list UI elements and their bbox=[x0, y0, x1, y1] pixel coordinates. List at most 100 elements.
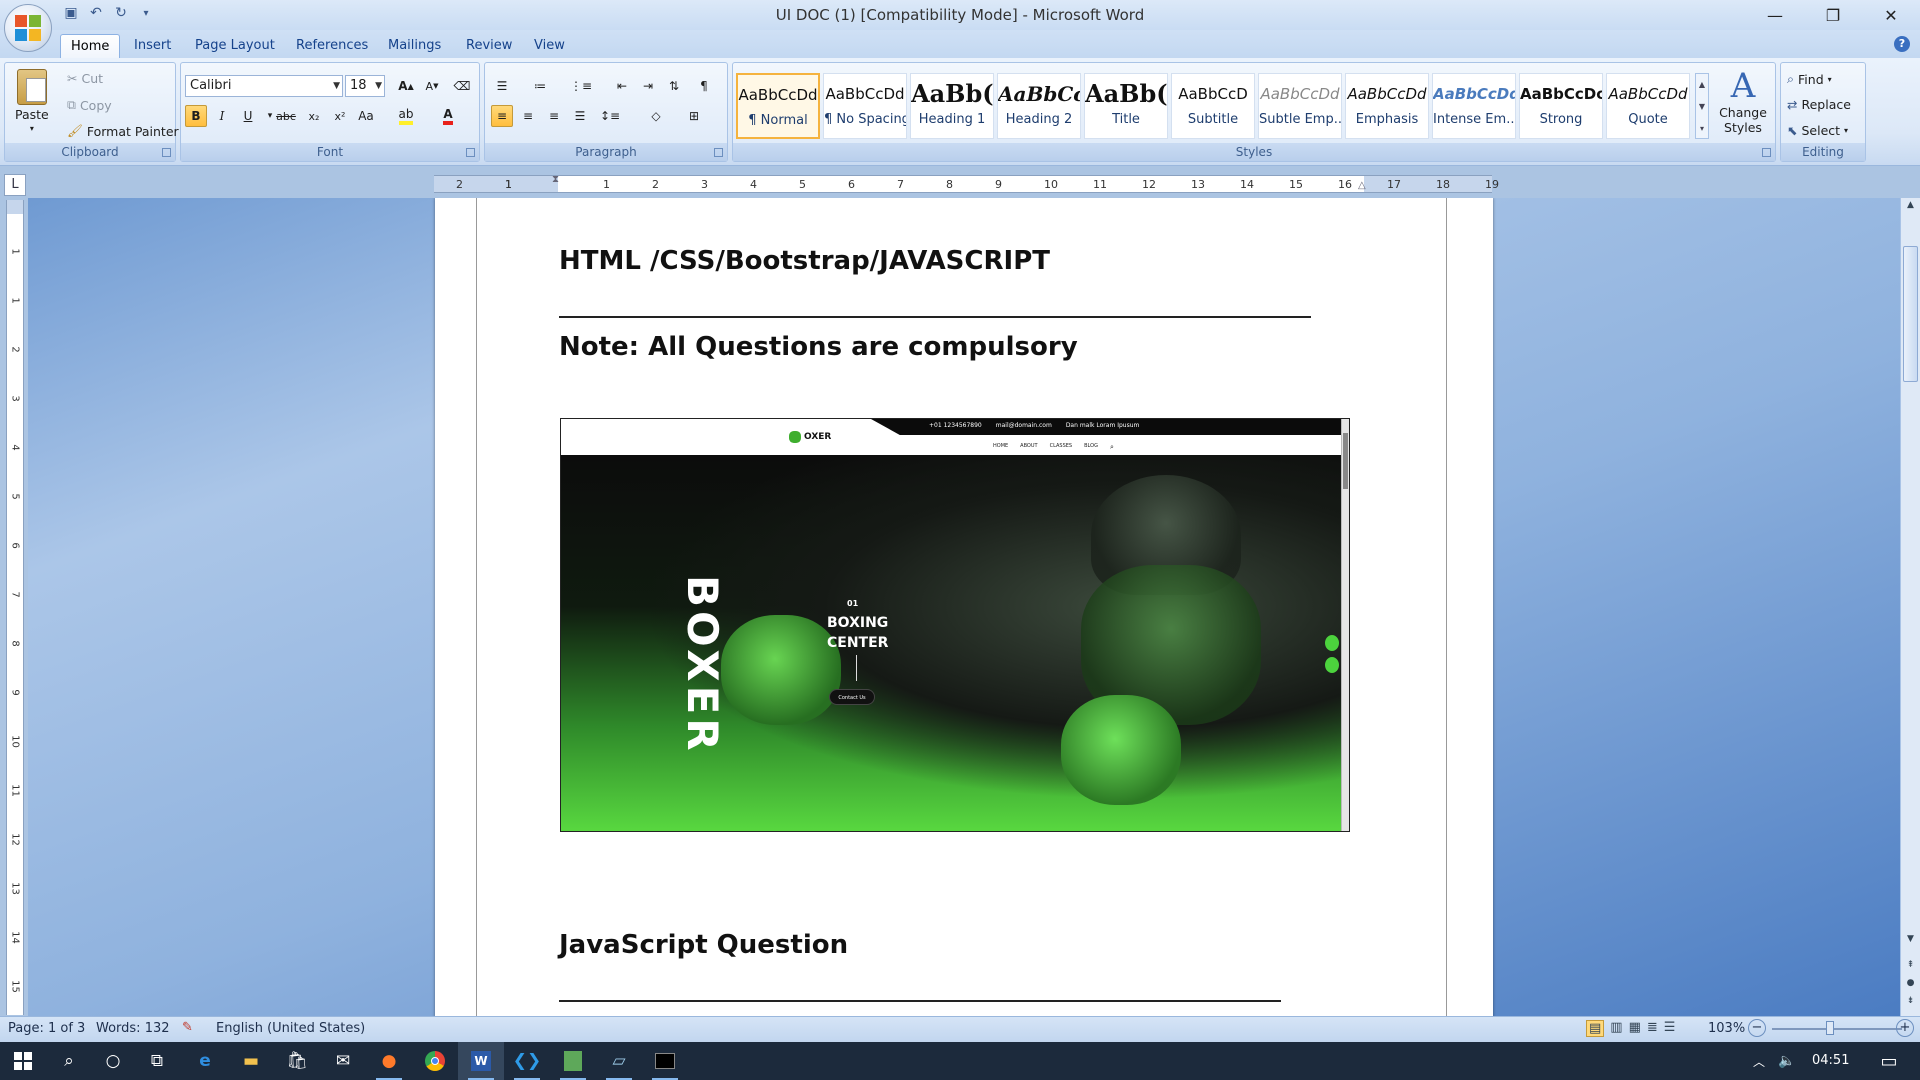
superscript-button[interactable]: x² bbox=[329, 105, 351, 127]
volume-icon[interactable]: 🔈 bbox=[1764, 1042, 1810, 1080]
style-quote[interactable]: AaBbCcDd Quote bbox=[1606, 73, 1690, 139]
style-title[interactable]: AaBb(Title bbox=[1084, 73, 1168, 139]
mail-icon[interactable]: ✉ bbox=[320, 1042, 366, 1080]
style-no-spacing[interactable]: AaBbCcDd ¶ No Spacing bbox=[823, 73, 907, 139]
style-strong[interactable]: AaBbCcDc Strong bbox=[1519, 73, 1603, 139]
tab-home[interactable]: Home bbox=[60, 34, 121, 58]
strikethrough-button[interactable]: abc bbox=[275, 105, 297, 127]
tab-selector[interactable]: L bbox=[4, 174, 26, 196]
zoom-slider[interactable] bbox=[1772, 1028, 1902, 1030]
heading-javascript[interactable]: JavaScript Question bbox=[559, 930, 848, 960]
justify-icon[interactable]: ☰ bbox=[569, 105, 591, 127]
scrollbar-thumb[interactable] bbox=[1903, 246, 1918, 382]
borders-icon[interactable]: ⊞ bbox=[683, 105, 705, 127]
page-count[interactable]: Page: 1 of 3 bbox=[8, 1021, 85, 1036]
start-icon[interactable] bbox=[0, 1042, 46, 1080]
style-heading-2[interactable]: AaBbCc Heading 2 bbox=[997, 73, 1081, 139]
web-layout-icon[interactable]: ▦ bbox=[1629, 1020, 1641, 1037]
paragraph-dialog-launcher[interactable] bbox=[714, 148, 723, 157]
select-button[interactable]: ⬉ Select ▾ bbox=[1787, 123, 1848, 138]
indent-marker-icon[interactable]: ⧗ bbox=[552, 174, 559, 185]
close-button[interactable]: ✕ bbox=[1862, 0, 1920, 30]
increase-indent-icon[interactable]: ⇥ bbox=[637, 75, 659, 97]
underline-button[interactable]: U bbox=[237, 105, 259, 127]
clipboard-dialog-launcher[interactable] bbox=[162, 148, 171, 157]
scroll-up-icon[interactable]: ▲ bbox=[1903, 200, 1918, 214]
minimize-button[interactable]: — bbox=[1746, 0, 1804, 30]
notepad-icon[interactable]: ▱ bbox=[596, 1042, 642, 1080]
multilevel-list-icon[interactable]: ⋮≡ bbox=[569, 75, 593, 97]
heading-html-css[interactable]: HTML /CSS/Bootstrap/JAVASCRIPT bbox=[559, 246, 1050, 276]
chrome-icon[interactable] bbox=[412, 1042, 458, 1080]
grow-font-button[interactable]: A ▲ bbox=[395, 75, 417, 97]
font-size-combo[interactable]: 18 ▼ bbox=[345, 75, 385, 97]
font-color-button[interactable]: A bbox=[437, 105, 459, 127]
tab-mailings[interactable]: Mailings bbox=[378, 34, 451, 58]
outline-icon[interactable]: ≣ bbox=[1647, 1020, 1658, 1037]
bold-button[interactable]: B bbox=[185, 105, 207, 127]
vertical-ruler[interactable]: 112345678910111213141516 bbox=[6, 200, 24, 1042]
bullets-icon[interactable]: ☰ bbox=[491, 75, 513, 97]
zoom-out-icon[interactable]: − bbox=[1748, 1019, 1766, 1037]
horizontal-ruler[interactable]: 2 1 1 1 2 3 4 5 6 7 8 9 10 11 12 13 14 15 16 17 18 19 ⧗ △ bbox=[434, 174, 1499, 193]
style-heading-1[interactable]: AaBb(Heading 1 bbox=[910, 73, 994, 139]
tab-insert[interactable]: Insert bbox=[124, 34, 181, 58]
clear-formatting-button[interactable]: ⌫ bbox=[451, 75, 473, 97]
store-icon[interactable]: 🛍 bbox=[274, 1042, 320, 1080]
note-text[interactable]: Note: All Questions are compulsory bbox=[559, 332, 1078, 362]
scroll-down-icon[interactable]: ▼ bbox=[1903, 934, 1918, 948]
office-button[interactable] bbox=[4, 4, 52, 52]
cut-button[interactable]: ✂ Cut bbox=[67, 71, 103, 86]
show-marks-button[interactable]: ¶ bbox=[693, 75, 715, 97]
print-layout-icon[interactable]: ▤ bbox=[1586, 1020, 1605, 1037]
firefox-icon[interactable]: ● bbox=[366, 1042, 412, 1080]
excel-icon[interactable] bbox=[550, 1042, 596, 1080]
style-emphasis[interactable]: AaBbCcDd Emphasis bbox=[1345, 73, 1429, 139]
file-explorer-icon[interactable]: ▬ bbox=[228, 1042, 274, 1080]
style-intense-emphasis[interactable]: AaBbCcDd Intense Em... bbox=[1432, 73, 1516, 139]
clock[interactable]: 04:51 bbox=[1812, 1053, 1849, 1068]
tab-view[interactable]: View bbox=[524, 34, 575, 58]
tab-references[interactable]: References bbox=[286, 34, 378, 58]
line-spacing-icon[interactable]: ↕≡ bbox=[599, 105, 621, 127]
tab-page-layout[interactable]: Page Layout bbox=[185, 34, 285, 58]
zoom-level[interactable]: 103% bbox=[1708, 1021, 1745, 1036]
highlight-color-button[interactable]: ab bbox=[395, 105, 417, 127]
style-subtitle[interactable]: AaBbCcD Subtitle bbox=[1171, 73, 1255, 139]
decrease-indent-icon[interactable]: ⇤ bbox=[611, 75, 633, 97]
font-dialog-launcher[interactable] bbox=[466, 148, 475, 157]
numbering-icon[interactable]: ≔ bbox=[529, 75, 551, 97]
change-styles-button[interactable]: A Change Styles bbox=[1715, 67, 1771, 135]
language-indicator[interactable]: English (United States) bbox=[216, 1021, 365, 1036]
italic-button[interactable]: I bbox=[211, 105, 233, 127]
tab-review[interactable]: Review bbox=[456, 34, 522, 58]
cortana-icon[interactable]: ○ bbox=[90, 1042, 136, 1080]
find-button[interactable]: ⌕ Find ▾ bbox=[1787, 71, 1832, 87]
restore-button[interactable]: ❐ bbox=[1804, 0, 1862, 30]
embedded-screenshot[interactable]: +01 1234567890 mail@domain.com Dan malk … bbox=[560, 418, 1350, 832]
subscript-button[interactable]: x₂ bbox=[303, 105, 325, 127]
font-family-combo[interactable]: Calibri ▼ bbox=[185, 75, 343, 97]
shading-icon[interactable]: ◇ bbox=[645, 105, 667, 127]
draft-icon[interactable]: ☰ bbox=[1664, 1020, 1676, 1037]
format-painter-button[interactable]: 🖌 Format Painter bbox=[67, 123, 179, 139]
styles-gallery-scroll[interactable]: ▲ ▼ ▾ bbox=[1695, 73, 1709, 139]
browse-controls[interactable]: ⇞ ● ⇟ bbox=[1903, 956, 1918, 1010]
vscode-icon[interactable]: ❮❯ bbox=[504, 1042, 550, 1080]
copy-button[interactable]: ⧉ Copy bbox=[67, 97, 112, 113]
align-right-icon[interactable]: ≡ bbox=[543, 105, 565, 127]
paste-button[interactable]: Paste ▾ bbox=[15, 69, 49, 133]
full-screen-reading-icon[interactable]: ▥ bbox=[1610, 1020, 1622, 1037]
search-icon[interactable]: ⌕ bbox=[46, 1042, 92, 1080]
align-center-icon[interactable]: ≡ bbox=[517, 105, 539, 127]
proofing-icon[interactable]: ✎ bbox=[182, 1020, 193, 1035]
task-view-icon[interactable]: ⧉ bbox=[134, 1042, 180, 1080]
right-indent-marker-icon[interactable]: △ bbox=[1358, 180, 1366, 191]
terminal-icon[interactable] bbox=[642, 1042, 688, 1080]
zoom-in-icon[interactable]: + bbox=[1896, 1019, 1914, 1037]
change-case-button[interactable]: Aa bbox=[355, 105, 377, 127]
sort-icon[interactable]: ⇅ bbox=[663, 75, 685, 97]
help-icon[interactable]: ? bbox=[1894, 36, 1910, 52]
notifications-icon[interactable]: ▭ bbox=[1866, 1042, 1912, 1080]
vertical-scrollbar[interactable]: ▲ ▼ ⇞ ● ⇟ bbox=[1900, 198, 1920, 1016]
